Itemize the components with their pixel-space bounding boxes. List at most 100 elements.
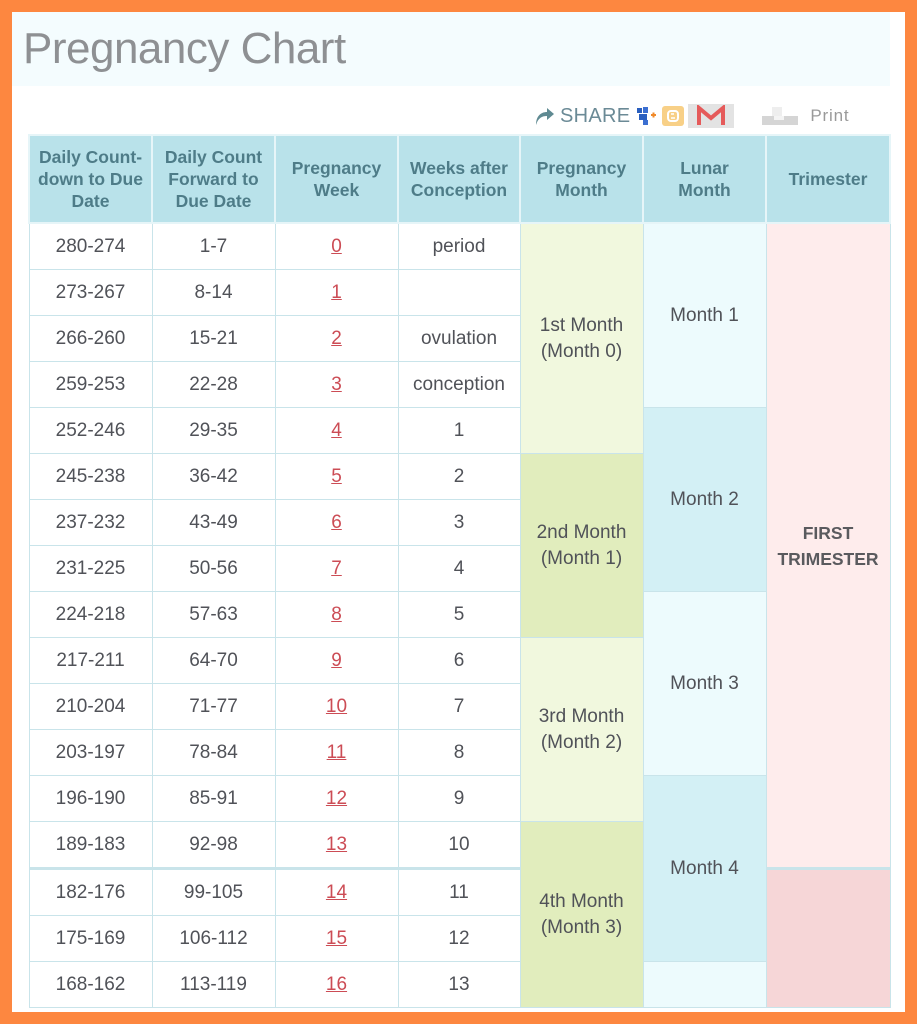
page-frame: Pregnancy Chart SHARE Print Daily Count-… (12, 12, 905, 1012)
pregnancy-week-link[interactable]: 0 (331, 236, 342, 257)
print-button[interactable]: Print (760, 105, 849, 127)
share-button[interactable]: SHARE (560, 105, 630, 128)
lunar-month-cell: Month 3 (642, 591, 767, 776)
print-label: Print (810, 106, 850, 125)
delicious-plus-icon[interactable] (634, 105, 658, 127)
weeks-after-conception-cell (397, 269, 521, 316)
forward-cell: 15-21 (151, 315, 276, 362)
forward-cell: 113-119 (151, 961, 276, 1008)
pregnancy-week-link[interactable]: 7 (331, 558, 342, 579)
pregnancy-week-link[interactable]: 13 (326, 834, 347, 855)
pregnancy-week-link[interactable]: 6 (331, 512, 342, 533)
weeks-after-conception-cell: 9 (397, 775, 521, 822)
pregnancy-week-link[interactable]: 15 (326, 928, 347, 949)
weeks-after-conception-cell: 1 (397, 407, 521, 454)
header-line: Daily Count (164, 147, 263, 167)
header-line: Forward to (168, 169, 259, 189)
pregnancy-week-cell: 11 (274, 729, 399, 776)
lunar-month-cell: Month 1 (642, 222, 767, 408)
pregnancy-month-label: 3rd Month (538, 705, 625, 727)
forward-cell: 64-70 (151, 637, 276, 684)
pregnancy-week-link[interactable]: 14 (326, 882, 347, 903)
header-line: Month (555, 180, 608, 200)
forward-cell: 36-42 (151, 453, 276, 500)
forward-cell: 43-49 (151, 499, 276, 546)
header-line: Due Date (175, 191, 252, 211)
pregnancy-week-link[interactable]: 9 (331, 650, 342, 671)
table-row: 280-274 1-7 0 period 1st Month (Month 0) Month… (28, 222, 891, 869)
countdown-cell: 217-211 (28, 637, 153, 684)
weeks-after-conception-cell: 12 (397, 915, 521, 962)
forward-cell: 106-112 (151, 915, 276, 962)
pregnancy-week-cell: 5 (274, 453, 399, 500)
forward-cell: 71-77 (151, 683, 276, 730)
pregnancy-week-link[interactable]: 11 (327, 742, 347, 763)
pregnancy-week-link[interactable]: 12 (326, 788, 347, 809)
pregnancy-month-cell: 2nd Month (Month 1) (519, 453, 644, 638)
header-line: Pregnancy (291, 158, 382, 178)
col-forward-header: Daily Count Forward to Due Date (151, 134, 276, 224)
weeks-after-conception-cell: 6 (397, 637, 521, 684)
pregnancy-week-link[interactable]: 8 (331, 604, 342, 625)
pregnancy-chart-table: Daily Count-down to Due Date Daily Count Fo… (28, 134, 891, 1008)
pregnancy-week-cell: 6 (274, 499, 399, 546)
header-line: Weeks after (410, 158, 508, 178)
gmail-icon[interactable] (688, 104, 735, 128)
countdown-cell: 273-267 (28, 269, 153, 316)
share-arrow-icon[interactable] (532, 105, 556, 127)
header-line: Pregnancy (536, 158, 627, 178)
forward-cell: 1-7 (151, 222, 276, 270)
countdown-cell: 237-232 (28, 499, 153, 546)
pregnancy-week-cell: 7 (274, 545, 399, 592)
weeks-after-conception-cell: conception (397, 361, 521, 408)
header-line: Trimester (788, 169, 868, 189)
pregnancy-week-cell: 13 (274, 821, 399, 869)
weeks-after-conception-cell: 4 (397, 545, 521, 592)
countdown-cell: 266-260 (28, 315, 153, 362)
weeks-after-conception-cell: 3 (397, 499, 521, 546)
page-title: Pregnancy Chart (23, 24, 346, 73)
countdown-cell: 182-176 (28, 867, 153, 916)
header-line: Week (313, 180, 360, 200)
header-line: Daily Count- (38, 147, 143, 167)
lunar-month-cell: Month 2 (642, 407, 767, 592)
countdown-cell: 280-274 (28, 222, 153, 270)
header-line: Month (678, 180, 731, 200)
table-row: 196-190 85-91 12 9 Month 4 (28, 775, 890, 962)
forward-cell: 8-14 (151, 269, 276, 316)
table-row: 224-218 57-63 8 5 Month 3 (28, 591, 890, 776)
table-body: 280-274 1-7 0 period 1st Month (Month 0) Month… (28, 222, 891, 1008)
weeks-after-conception-cell: 8 (397, 729, 521, 776)
blogger-icon[interactable] (662, 106, 685, 126)
pregnancy-week-cell: 12 (274, 775, 399, 822)
forward-cell: 29-35 (151, 407, 276, 454)
weeks-after-conception-cell: 13 (397, 961, 521, 1008)
share-toolbar: SHARE Print (532, 102, 902, 130)
trimester-cell (765, 867, 891, 1008)
pregnancy-week-link[interactable]: 1 (331, 282, 342, 303)
pregnancy-week-link[interactable]: 10 (326, 696, 347, 717)
weeks-after-conception-cell: ovulation (397, 315, 521, 362)
forward-cell: 92-98 (151, 821, 276, 869)
countdown-cell: 252-246 (28, 407, 153, 454)
pregnancy-week-link[interactable]: 3 (331, 374, 342, 395)
forward-cell: 57-63 (151, 591, 276, 638)
col-trimester-header: Trimester (765, 134, 891, 224)
forward-cell: 22-28 (151, 361, 276, 408)
countdown-cell: 189-183 (28, 821, 153, 869)
pregnancy-week-cell: 9 (274, 637, 399, 684)
col-weeks-after-conception-header: Weeks after Conception (397, 134, 521, 224)
forward-cell: 85-91 (151, 775, 276, 822)
pregnancy-week-link[interactable]: 2 (331, 328, 342, 349)
trimester-cell: FIRST TRIMESTER (765, 222, 891, 869)
pregnancy-week-cell: 1 (274, 269, 399, 316)
pregnancy-month-label: (Month 3) (540, 916, 623, 938)
pregnancy-week-link[interactable]: 5 (331, 466, 342, 487)
pregnancy-week-link[interactable]: 16 (326, 974, 347, 995)
countdown-cell: 203-197 (28, 729, 153, 776)
trimester-label: TRIMESTER (777, 548, 879, 569)
pregnancy-month-label: 2nd Month (536, 521, 627, 543)
pregnancy-month-cell: 4th Month (Month 3) (519, 821, 644, 1008)
pregnancy-week-link[interactable]: 4 (331, 420, 342, 441)
countdown-cell: 231-225 (28, 545, 153, 592)
